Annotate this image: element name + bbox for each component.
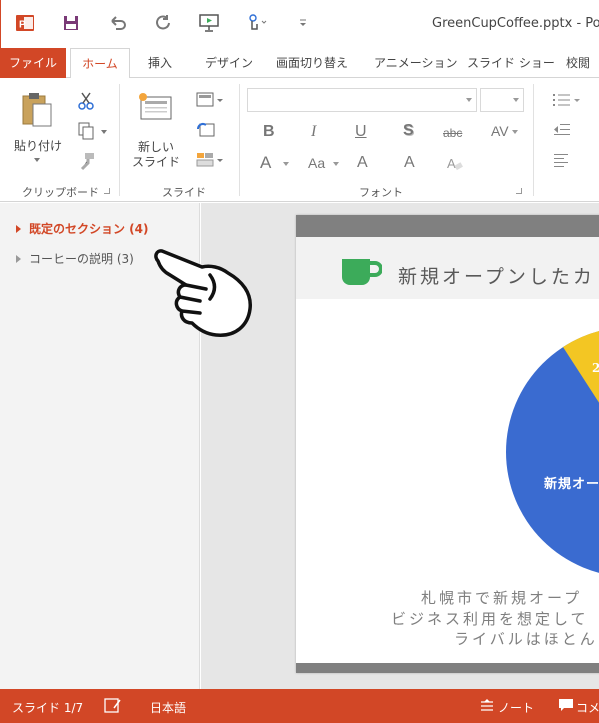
paste-label[interactable]: 貼り付け (14, 139, 62, 154)
bold-button[interactable]: B (263, 123, 275, 141)
tab-slideshow[interactable]: スライド ショー (467, 48, 555, 78)
start-slideshow-icon[interactable] (197, 12, 221, 34)
ribbon-tab-bar: ファイル ホーム 挿入 デザイン 画面切り替え アニメーション スライド ショー… (0, 48, 599, 79)
bullets-icon[interactable] (550, 90, 582, 110)
italic-button[interactable]: I (311, 123, 316, 141)
svg-text:P: P (19, 20, 26, 31)
status-bar: スライド 1/7 日本語 ノート コメン (0, 689, 599, 723)
slide-body-line-2: ビジネス利用を想定して (391, 610, 589, 628)
font-group-label: フォント (359, 186, 403, 199)
slide-canvas[interactable]: 新規オープンしたカ 2 新規オー 札幌市で新規オープ ビジネス利用を想定して ラ… (296, 215, 599, 673)
font-launcher-icon[interactable] (516, 188, 522, 194)
comment-icon[interactable] (558, 698, 574, 715)
window-title: GreenCupCoffee.pptx - Powe (432, 16, 599, 31)
spell-check-icon[interactable] (104, 698, 122, 717)
shadow-button[interactable]: S (403, 122, 414, 140)
slide-body-line-1: 札幌市で新規オープ (421, 589, 583, 607)
slide-body-line-3: ライバルはほとん (454, 630, 598, 648)
font-size-combo[interactable] (480, 88, 524, 112)
tab-file[interactable]: ファイル (0, 48, 66, 78)
svg-text:A: A (447, 156, 456, 171)
cut-icon[interactable] (74, 90, 98, 112)
tab-insert[interactable]: 挿入 (148, 48, 172, 78)
expand-arrow-icon (16, 224, 21, 233)
paste-icon[interactable] (18, 90, 58, 130)
customize-qat-icon[interactable] (291, 12, 315, 34)
pie-main-label: 新規オー (544, 477, 599, 492)
tab-transitions[interactable]: 画面切り替え (276, 48, 348, 78)
notes-button[interactable]: ノート (498, 699, 534, 716)
group-divider (239, 84, 240, 196)
pie-small-label: 2 (592, 361, 599, 375)
section-icon[interactable] (194, 150, 226, 170)
copy-icon[interactable] (74, 120, 98, 142)
shrink-font-button[interactable]: A (357, 154, 368, 172)
paste-dropdown-icon[interactable] (34, 158, 40, 162)
underline-button[interactable]: U (355, 123, 367, 141)
ribbon-home: 貼り付け クリップボード 新しい スライド スライド B I U S abc A… (0, 78, 599, 202)
section-label: 既定のセクション (4) (29, 222, 149, 236)
clear-formatting-icon[interactable]: A (445, 154, 465, 174)
new-slide-label-line1[interactable]: 新しい (130, 140, 182, 155)
slide-counter[interactable]: スライド 1/7 (12, 699, 83, 716)
slides-group-label: スライド (162, 186, 206, 199)
comments-button[interactable]: コメン (576, 699, 599, 716)
clipboard-launcher-icon[interactable] (104, 188, 110, 194)
slide-title[interactable]: 新規オープンしたカ (398, 262, 595, 289)
tab-review[interactable]: 校閲 (566, 48, 590, 78)
collapsed-arrow-icon (16, 254, 21, 263)
chevron-down-icon[interactable] (512, 130, 518, 134)
slide-bottom-band (296, 663, 599, 673)
powerpoint-window: P GreenCupCoffee.pptx - Powe ファイル ホーム 挿入… (0, 0, 599, 723)
format-painter-icon[interactable] (74, 150, 98, 172)
align-left-icon[interactable] (550, 150, 574, 170)
new-slide-icon[interactable] (136, 90, 176, 126)
redo-icon[interactable] (151, 12, 175, 34)
group-divider (533, 84, 534, 196)
chevron-down-icon[interactable] (333, 162, 339, 166)
pie-chart[interactable] (506, 327, 599, 581)
touch-mode-icon[interactable] (244, 12, 268, 34)
font-name-combo[interactable] (247, 88, 477, 112)
slide-top-band (296, 215, 599, 237)
tab-home[interactable]: ホーム (70, 48, 130, 79)
title-bar: P GreenCupCoffee.pptx - Powe (0, 0, 599, 48)
section-coffee-explanation[interactable]: コーヒーの説明 (3) (16, 250, 134, 267)
notes-icon[interactable] (480, 699, 494, 716)
copy-dropdown-icon[interactable] (101, 130, 107, 134)
powerpoint-logo-icon[interactable]: P (13, 12, 37, 34)
font-color-button[interactable]: A (404, 154, 415, 172)
language-indicator[interactable]: 日本語 (150, 699, 186, 716)
chevron-down-icon[interactable] (283, 162, 289, 166)
chevron-down-icon (466, 98, 472, 102)
section-label: コーヒーの説明 (3) (29, 252, 134, 266)
section-default[interactable]: 既定のセクション (4) (16, 220, 149, 237)
save-icon[interactable] (59, 12, 83, 34)
undo-icon[interactable] (106, 12, 130, 34)
strikethrough-button[interactable]: abc (443, 126, 462, 140)
new-slide-label-line2[interactable]: スライド (130, 155, 182, 170)
reset-slide-icon[interactable] (194, 120, 218, 140)
tab-animations[interactable]: アニメーション (374, 48, 458, 78)
decrease-indent-icon[interactable] (550, 120, 574, 140)
slide-edit-area[interactable]: 新規オープンしたカ 2 新規オー 札幌市で新規オープ ビジネス利用を想定して ラ… (201, 203, 599, 689)
chevron-down-icon (513, 98, 519, 102)
tab-design[interactable]: デザイン (205, 48, 253, 78)
change-case-button[interactable]: Aa (308, 155, 325, 171)
pointing-hand-icon (150, 245, 258, 345)
group-divider (119, 84, 120, 196)
grow-font-button[interactable]: A (260, 153, 271, 173)
clipboard-group-label: クリップボード (22, 186, 99, 199)
layout-icon[interactable] (194, 90, 226, 110)
coffee-cup-icon (340, 255, 383, 293)
character-spacing-button[interactable]: AV (491, 123, 509, 139)
